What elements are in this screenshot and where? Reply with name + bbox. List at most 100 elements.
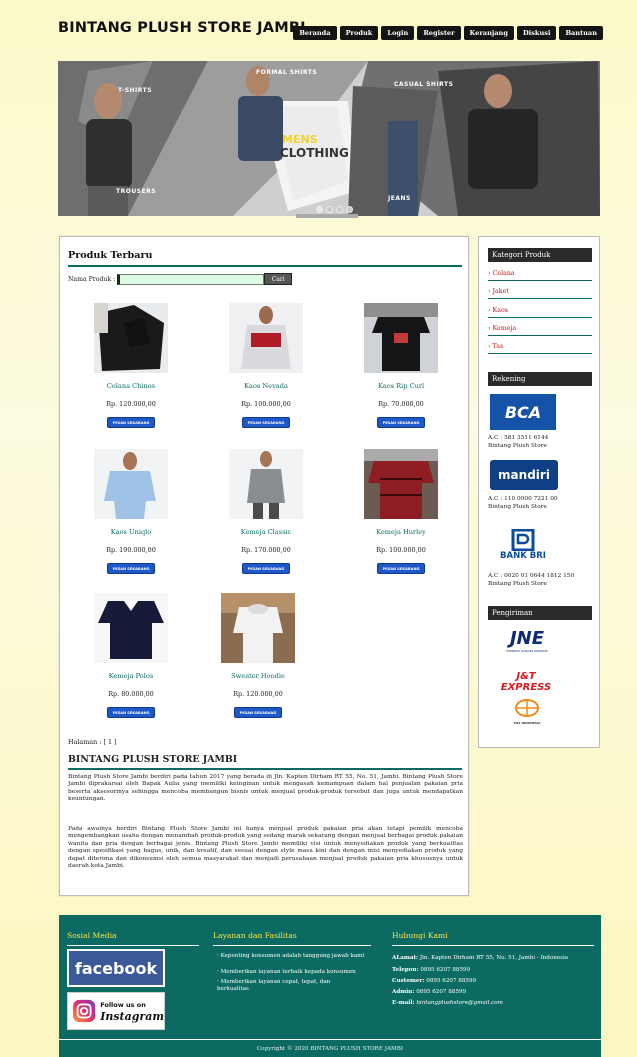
order-button[interactable]: PESAN SEKARANG xyxy=(241,563,291,574)
banner-bottom-bar xyxy=(296,214,358,218)
banner-label-jeans: JEANS xyxy=(388,195,411,202)
account-number: A.C : 110 0000 7221 00 xyxy=(488,496,558,502)
banner-label-formal: FORMAL SHIRTS xyxy=(256,69,318,76)
instagram-button[interactable]: Follow us on Instagram xyxy=(67,992,165,1030)
nav-login[interactable]: Login xyxy=(381,26,415,40)
bri-emblem-icon xyxy=(511,529,535,551)
banner-dot[interactable] xyxy=(326,206,333,213)
product-card: Kemeja Polos Rp. 80.000,00 PESAN SEKARAN… xyxy=(76,593,186,718)
order-button[interactable]: PESAN SEKARANG xyxy=(376,417,426,428)
about-paragraph: Bintang Plush Store Jambi berdiri pada t… xyxy=(68,774,463,803)
pos-logo: POS INDONESIA xyxy=(504,699,550,725)
order-button[interactable]: PESAN SEKARANG xyxy=(106,707,156,718)
contact-value: Jln. Kapten Dirham RT 55, No. 51, Jambi … xyxy=(419,955,569,961)
sidebar-heading-pengiriman: Pengiriman xyxy=(488,606,592,620)
category-link-jaket[interactable]: › Jaket xyxy=(488,288,592,299)
banner-label-casual: CASUAL SHIRTS xyxy=(394,81,454,88)
nav-register[interactable]: Register xyxy=(417,26,461,40)
banner-dot[interactable] xyxy=(336,206,343,213)
product-name[interactable]: Kemeja Hurley xyxy=(346,528,456,536)
site-logo[interactable]: BINTANG PLUSH STORE JAMBI xyxy=(58,20,306,36)
pagination[interactable]: Halaman : [ 1 ] xyxy=(68,738,117,746)
service-text: Memberikan layanan cepat, tepat, dan ber… xyxy=(217,979,331,992)
banner-dot[interactable] xyxy=(316,206,323,213)
product-price: Rp. 170.000,00 xyxy=(241,546,291,554)
product-image[interactable] xyxy=(94,593,168,663)
contact-label: Customer: xyxy=(392,978,425,984)
banner-title-mens: MENS xyxy=(282,133,318,146)
sidebar: Kategori Produk › Celana › Jaket › Kaos … xyxy=(478,236,600,748)
footer-divider xyxy=(67,945,199,946)
product-price: Rp. 120.000,00 xyxy=(106,400,156,408)
about-divider xyxy=(68,768,462,770)
product-name[interactable]: Sweater Hoodie xyxy=(203,672,313,680)
product-name[interactable]: Kaos Rip Curl xyxy=(346,382,456,390)
contact-label: ALamat: xyxy=(392,955,419,961)
nav-diskusi[interactable]: Diskusi xyxy=(516,26,557,40)
product-image[interactable] xyxy=(221,593,295,663)
contact-admin: Admin: 0895 6207 88599 xyxy=(392,989,466,996)
product-card: Celana Chinos Rp. 120.000,00 PESAN SEKAR… xyxy=(76,303,186,428)
contact-label: Admin: xyxy=(392,989,415,995)
product-name[interactable]: Kemeja Classic xyxy=(211,528,321,536)
product-name[interactable]: Kaos Uniqlo xyxy=(76,528,186,536)
product-image[interactable] xyxy=(364,449,438,519)
mandiri-logo: mandiri xyxy=(490,460,558,490)
product-card: Kemeja Hurley Rp. 100.000,00 PESAN SEKAR… xyxy=(346,449,456,574)
jnt-logo: J&T EXPRESS xyxy=(500,671,552,693)
product-price: Rp. 80.000,00 xyxy=(108,690,154,698)
contact-phone: Telepon: 0895 6207 88599 xyxy=(392,967,470,974)
contact-email: E-mail: bintangplushstore@gmail.com xyxy=(392,1000,503,1007)
pos-emblem-icon xyxy=(515,699,539,717)
nav-produk[interactable]: Produk xyxy=(339,26,379,40)
category-link-tas[interactable]: › Tas xyxy=(488,343,592,354)
product-image[interactable] xyxy=(364,303,438,373)
order-button[interactable]: PESAN SEKARANG xyxy=(241,417,291,428)
product-name[interactable]: Kemeja Polos xyxy=(76,672,186,680)
product-image[interactable] xyxy=(229,449,303,519)
pos-logo-text: POS INDONESIA xyxy=(513,721,541,725)
nav-bantuan[interactable]: Bantuan xyxy=(559,26,603,40)
product-name[interactable]: Kaos Nevada xyxy=(211,382,321,390)
contact-address: ALamat: Jln. Kapten Dirham RT 55, No. 51… xyxy=(392,955,597,962)
nav-keranjang[interactable]: Keranjang xyxy=(463,26,514,40)
hero-banner[interactable]: T-SHIRTS FORMAL SHIRTS CASUAL SHIRTS TRO… xyxy=(58,61,600,216)
order-button[interactable]: PESAN SEKARANG xyxy=(106,417,156,428)
nav-beranda[interactable]: Beranda xyxy=(293,26,337,40)
order-button[interactable]: PESAN SEKARANG xyxy=(233,707,283,718)
bri-logo-text: BANK BRI xyxy=(500,551,546,561)
contact-customer: Customer: 0895 6207 88599 xyxy=(392,978,476,985)
facebook-button[interactable]: facebook xyxy=(67,949,165,987)
contact-label: E-mail: xyxy=(392,1000,415,1006)
account-holder: Bintang Plush Store xyxy=(488,504,547,510)
banner-dot[interactable] xyxy=(346,206,353,213)
search-label: Nama Produk : xyxy=(68,275,116,283)
product-image[interactable] xyxy=(94,303,168,373)
product-card: Sweater Hoodie Rp. 120.000,00 PESAN SEKA… xyxy=(203,593,313,718)
service-item: · Memberikan layanan cepat, tepat, dan b… xyxy=(217,979,331,992)
contact-value[interactable]: bintangplushstore@gmail.com xyxy=(416,1000,503,1006)
search-button[interactable]: Cari xyxy=(264,273,293,285)
search-input[interactable] xyxy=(117,273,265,285)
category-link-kaos[interactable]: › Kaos xyxy=(488,307,592,318)
order-button[interactable]: PESAN SEKARANG xyxy=(376,563,426,574)
about-title: BINTANG PLUSH STORE JAMBI xyxy=(68,754,238,765)
account-number: A.C : 0020 01 0644 1812 150 xyxy=(488,573,575,579)
order-button[interactable]: PESAN SEKARANG xyxy=(106,563,156,574)
account-holder: Bintang Plush Store xyxy=(488,581,547,587)
category-link-kemeja[interactable]: › Kemeja xyxy=(488,325,592,336)
product-card: Kaos Uniqlo Rp. 190.000,00 PESAN SEKARAN… xyxy=(76,449,186,574)
bca-logo: BCA xyxy=(490,394,556,430)
category-link-celana[interactable]: › Celana xyxy=(488,270,592,281)
instagram-wordmark: Instagram xyxy=(100,1010,164,1023)
site-footer: Sosial Media facebook Follow us on Insta… xyxy=(59,915,601,1057)
contact-value: 0895 6207 88599 xyxy=(420,967,471,973)
product-price: Rp. 100.000,00 xyxy=(241,400,291,408)
copyright: Copyright © 2020 BINTANG PLUSH STORE JAM… xyxy=(59,1039,601,1052)
product-image[interactable] xyxy=(94,449,168,519)
sidebar-heading-kategori: Kategori Produk xyxy=(488,248,592,262)
product-name[interactable]: Celana Chinos xyxy=(76,382,186,390)
bca-account: A.C : 581 3511 6144 Bintang Plush Store xyxy=(488,434,548,450)
contact-label: Telepon: xyxy=(392,967,419,973)
product-image[interactable] xyxy=(229,303,303,373)
